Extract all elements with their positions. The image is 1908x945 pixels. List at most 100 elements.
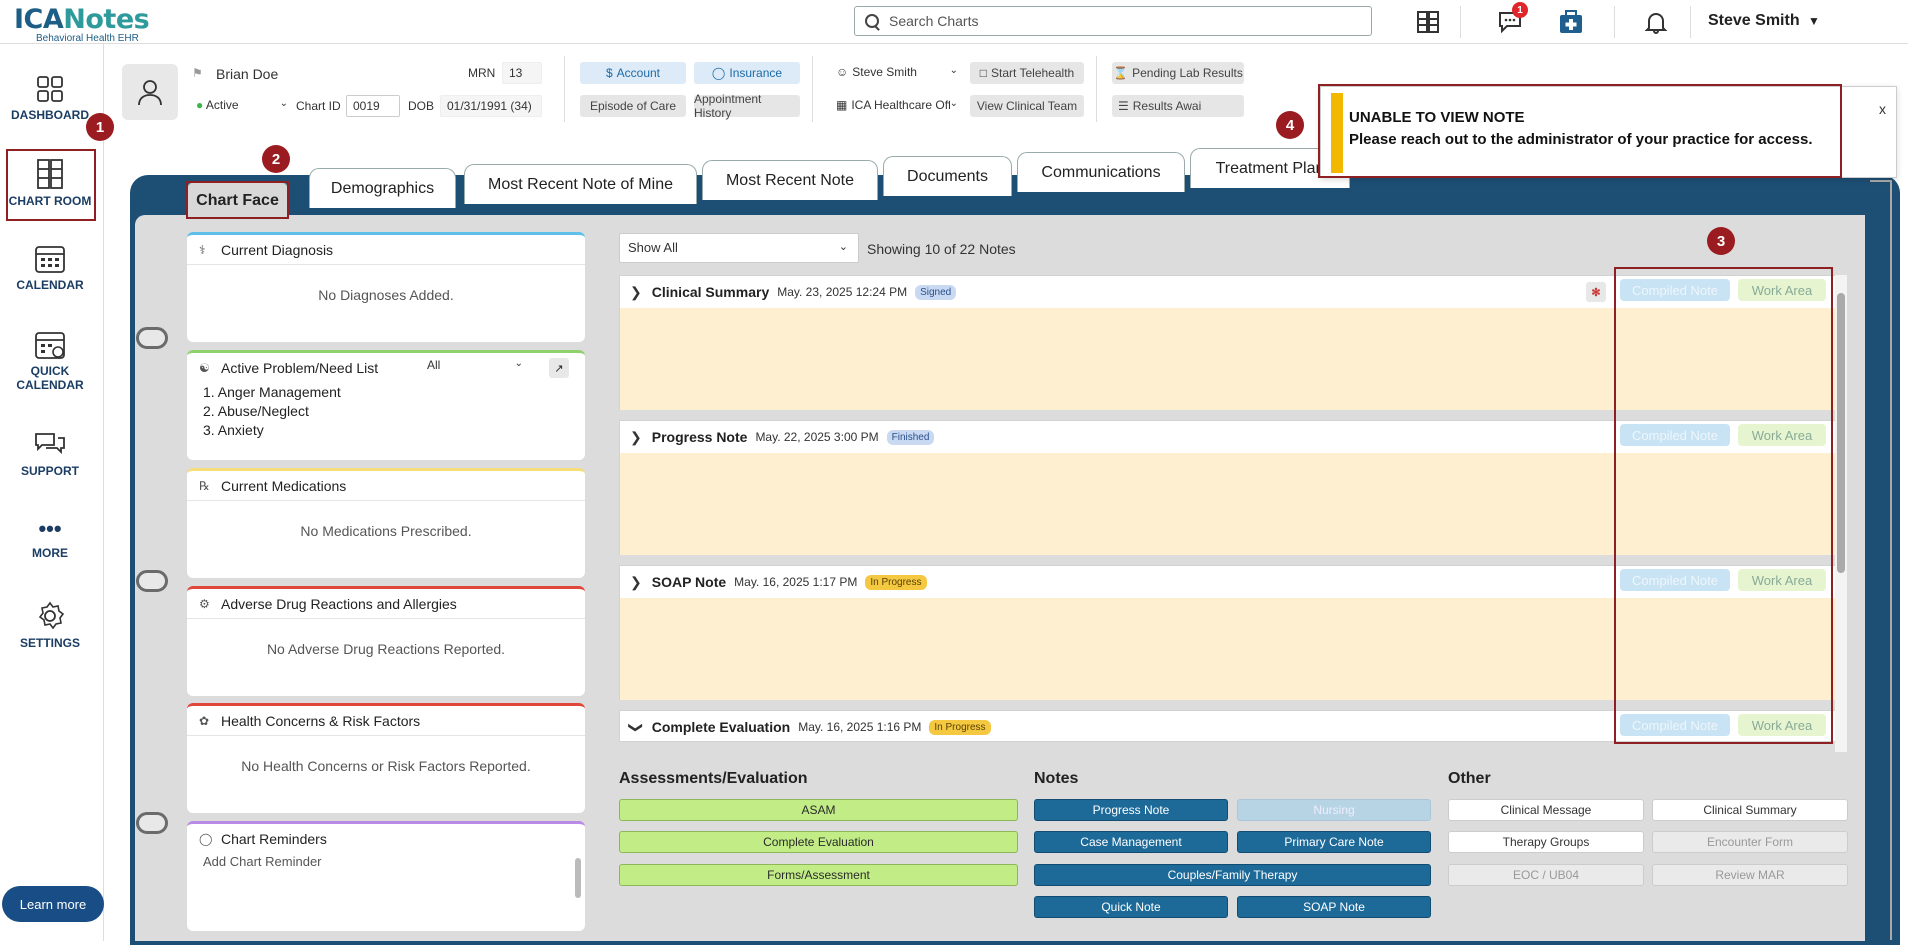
chevron-down-icon: ⌄	[949, 65, 958, 76]
review-mar-button[interactable]: Review MAR	[1652, 864, 1848, 886]
complete-evaluation-button[interactable]: Complete Evaluation	[619, 831, 1018, 853]
patient-avatar[interactable]	[122, 64, 178, 120]
callout-4: 4	[1276, 111, 1304, 139]
sidebar-item-dashboard[interactable]: DASHBOARD	[0, 74, 100, 122]
other-title: Other	[1448, 770, 1491, 787]
chevron-right-icon[interactable]: ❯	[630, 284, 642, 301]
tab-chart-face[interactable]: Chart Face	[186, 181, 289, 219]
pending-lab-label: Pending Lab Results	[1132, 66, 1243, 80]
office-select[interactable]: ▦ ICA Healthcare Offi ⌄	[830, 95, 962, 117]
divider	[1614, 6, 1615, 38]
quick-note-button[interactable]: Quick Note	[1034, 896, 1228, 918]
note-type: Complete Evaluation	[651, 719, 791, 735]
award-icon[interactable]: ✻	[1586, 282, 1606, 302]
appointment-history-button[interactable]: Appointment History	[694, 92, 800, 120]
chart-id-field[interactable]: 0019	[346, 95, 400, 117]
results-awaiting-button[interactable]: ☰ Results Awai	[1112, 95, 1244, 117]
therapy-groups-button[interactable]: Therapy Groups	[1448, 831, 1644, 853]
work-area-button[interactable]: Work Area	[1738, 424, 1826, 446]
list-item[interactable]: 2. Abuse/Neglect	[203, 402, 585, 421]
start-telehealth-button[interactable]: □ Start Telehealth	[970, 62, 1084, 84]
compiled-note-button[interactable]: Compiled Note	[1620, 569, 1730, 591]
insurance-button[interactable]: ◯ Insurance	[694, 62, 800, 84]
sidebar-item-calendar[interactable]: CALENDAR	[0, 244, 100, 292]
medical-kit-icon[interactable]	[1555, 6, 1587, 38]
encounter-form-button[interactable]: Encounter Form	[1652, 831, 1848, 853]
work-area-button[interactable]: Work Area	[1738, 279, 1826, 301]
provider-select[interactable]: ☺ Steve Smith ⌄	[830, 62, 962, 84]
notes-filter-select[interactable]: Show All ⌄	[619, 233, 859, 263]
episode-of-care-button[interactable]: Episode of Care	[580, 95, 686, 117]
sidebar-item-quick-calendar[interactable]: QUICK CALENDAR	[0, 330, 100, 392]
nursing-button[interactable]: Nursing	[1237, 799, 1431, 821]
sidebar-item-label: QUICK CALENDAR	[16, 364, 84, 392]
primary-care-note-button[interactable]: Primary Care Note	[1237, 831, 1431, 853]
notes-scrollbar[interactable]	[1835, 275, 1847, 752]
bell-icon[interactable]	[1640, 6, 1672, 38]
tab-most-recent-note-of-mine[interactable]: Most Recent Note of Mine	[464, 164, 697, 204]
list-item[interactable]: 1. Anger Management	[203, 383, 585, 402]
app-logo[interactable]: ICANotes Behavioral Health EHR	[14, 4, 150, 44]
forms-assessment-button[interactable]: Forms/Assessment	[619, 864, 1018, 886]
dashboard-icon	[37, 76, 63, 102]
alert-message: Please reach out to the administrator of…	[1349, 131, 1813, 148]
status-badge: In Progress	[929, 719, 991, 735]
file-cabinet-icon[interactable]	[1412, 6, 1444, 38]
tab-communications[interactable]: Communications	[1017, 152, 1185, 192]
chart-id-label: Chart ID	[296, 99, 341, 113]
status-value: Active	[205, 98, 239, 112]
case-management-button[interactable]: Case Management	[1034, 831, 1228, 853]
chevron-down-icon[interactable]: ❯	[627, 721, 644, 733]
open-external-icon[interactable]: ↗	[549, 358, 569, 378]
tab-documents[interactable]: Documents	[883, 156, 1012, 196]
logo-subtitle: Behavioral Health EHR	[36, 33, 139, 44]
user-menu[interactable]: Steve Smith ▼	[1708, 12, 1820, 30]
chevron-down-icon: ⌄	[838, 241, 848, 253]
scrollbar[interactable]	[575, 858, 581, 898]
couples-family-therapy-button[interactable]: Couples/Family Therapy	[1034, 864, 1431, 886]
work-area-button[interactable]: Work Area	[1738, 569, 1826, 591]
alert-title: UNABLE TO VIEW NOTE	[1349, 109, 1525, 126]
chat-icon: ◯	[199, 832, 213, 846]
flag-icon[interactable]: ⚑	[192, 66, 203, 80]
note-type: Clinical Summary	[651, 284, 770, 300]
compiled-note-button[interactable]: Compiled Note	[1620, 279, 1730, 301]
support-icon	[35, 433, 65, 455]
hourglass-icon: ⌛	[1113, 66, 1129, 80]
add-reminder-input[interactable]: Add Chart Reminder	[187, 854, 585, 869]
pending-lab-results-button[interactable]: ⌛ Pending Lab Results	[1112, 62, 1244, 84]
clinical-message-button[interactable]: Clinical Message	[1448, 799, 1644, 821]
sidebar-item-more[interactable]: ••• MORE	[0, 518, 100, 561]
tab-demographics[interactable]: Demographics	[309, 168, 456, 208]
panel-title: Current Medications	[221, 477, 347, 494]
status-select[interactable]: ● Active ⌄	[190, 95, 292, 117]
search-input[interactable]: Search Charts	[854, 6, 1372, 36]
messages-icon[interactable]: 1	[1494, 2, 1528, 38]
learn-more-button[interactable]: Learn more	[2, 886, 104, 922]
alert-toast: UNABLE TO VIEW NOTE Please reach out to …	[1320, 86, 1897, 178]
asam-button[interactable]: ASAM	[619, 799, 1018, 821]
compiled-note-button[interactable]: Compiled Note	[1620, 714, 1730, 736]
eoc-ub04-button[interactable]: EOC / UB04	[1448, 864, 1644, 886]
account-button[interactable]: $ Account	[580, 62, 686, 84]
tab-most-recent-note[interactable]: Most Recent Note	[702, 160, 878, 200]
close-icon[interactable]: x	[1879, 101, 1886, 117]
soap-note-button[interactable]: SOAP Note	[1237, 896, 1431, 918]
view-clinical-team-button[interactable]: View Clinical Team	[970, 95, 1084, 117]
note-type: Progress Note	[651, 429, 748, 445]
chevron-right-icon[interactable]: ❯	[630, 574, 642, 591]
panel-header: ⚕ Current Diagnosis	[187, 235, 585, 265]
clinical-summary-button[interactable]: Clinical Summary	[1652, 799, 1848, 821]
problem-filter-select[interactable]: All ⌄	[421, 357, 527, 377]
sidebar-item-support[interactable]: SUPPORT	[0, 430, 100, 478]
adverse-reactions-panel: ⚙ Adverse Drug Reactions and Allergies No…	[187, 586, 585, 696]
list-item[interactable]: 3. Anxiety	[203, 421, 585, 440]
scrollbar-thumb[interactable]	[1837, 293, 1845, 573]
chevron-right-icon[interactable]: ❯	[630, 429, 642, 446]
progress-note-button[interactable]: Progress Note	[1034, 799, 1228, 821]
note-body	[620, 598, 1844, 700]
compiled-note-button[interactable]: Compiled Note	[1620, 424, 1730, 446]
work-area-button[interactable]: Work Area	[1738, 714, 1826, 736]
sidebar-item-settings[interactable]: SETTINGS	[0, 600, 100, 650]
sidebar-item-chart-room[interactable]: CHART ROOM	[0, 158, 100, 208]
